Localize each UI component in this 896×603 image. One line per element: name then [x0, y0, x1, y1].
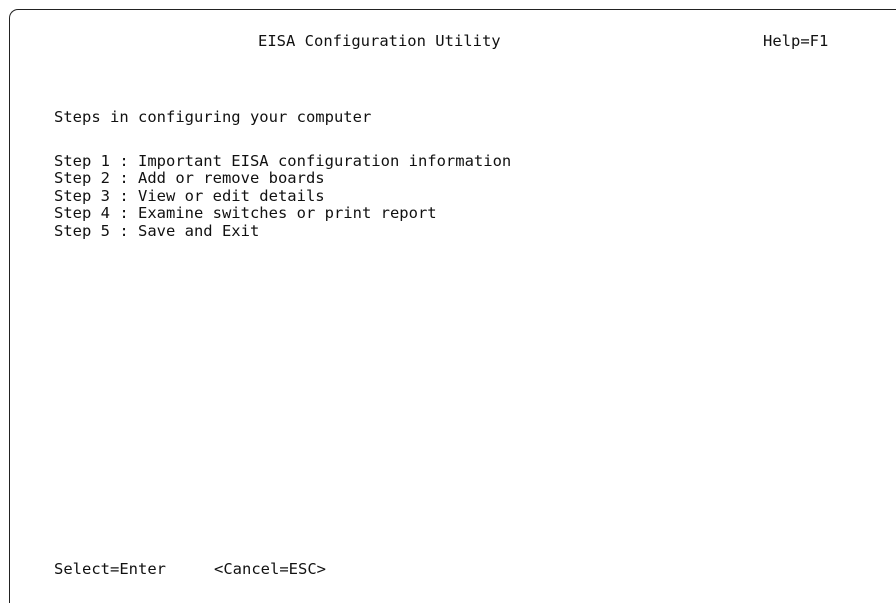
menu-item-step-3[interactable]: Step 3 : View or edit details [54, 187, 511, 205]
steps-menu: Step 1 : Important EISA configuration in… [54, 152, 511, 240]
menu-item-step-4[interactable]: Step 4 : Examine switches or print repor… [54, 204, 511, 222]
menu-item-step-5[interactable]: Step 5 : Save and Exit [54, 222, 511, 240]
menu-item-step-2[interactable]: Step 2 : Add or remove boards [54, 169, 511, 187]
cancel-key-hint[interactable]: <Cancel=ESC> [214, 560, 326, 578]
help-key-hint[interactable]: Help=F1 [763, 32, 828, 50]
menu-item-step-1[interactable]: Step 1 : Important EISA configuration in… [54, 152, 511, 170]
page-title: EISA Configuration Utility [258, 32, 501, 50]
select-key-hint[interactable]: Select=Enter [54, 560, 166, 578]
screen-frame [9, 9, 896, 603]
section-heading: Steps in configuring your computer [54, 108, 372, 126]
